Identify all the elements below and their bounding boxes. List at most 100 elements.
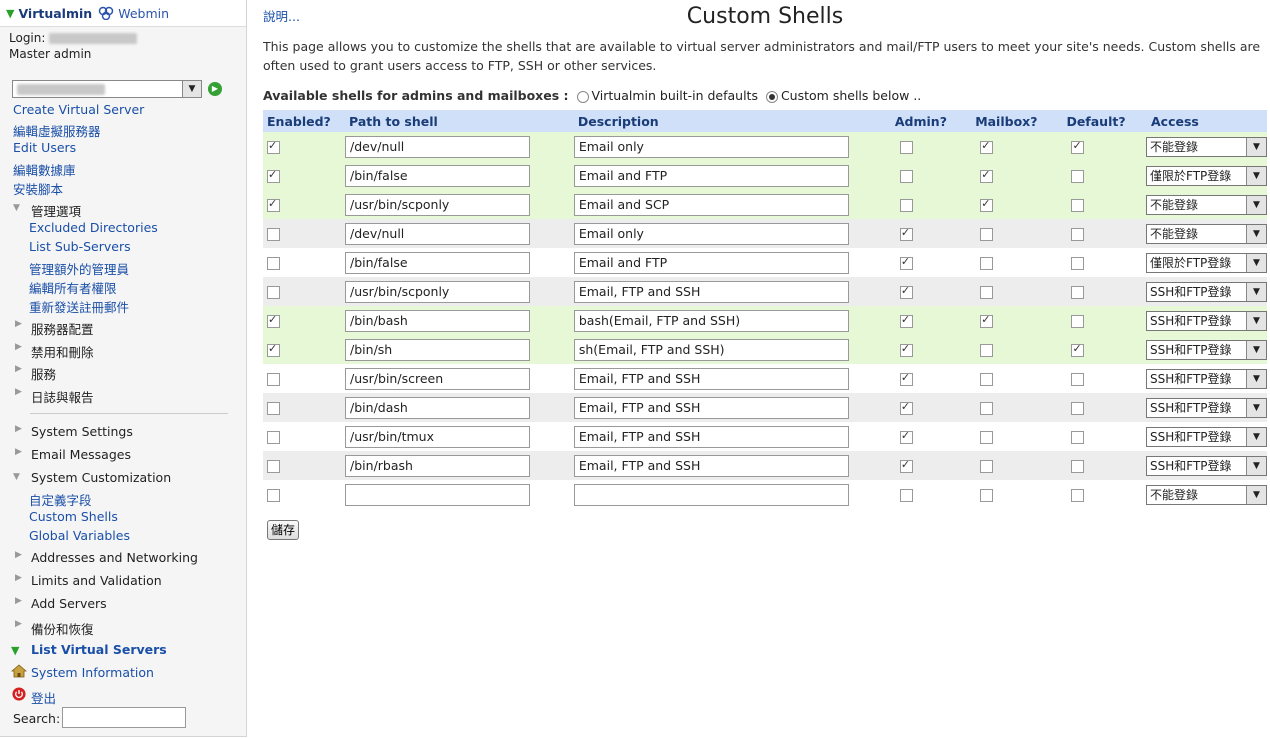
chevron-right-icon[interactable]: ▶ <box>15 387 22 397</box>
chevron-down-icon[interactable]: ▼ <box>1246 224 1266 243</box>
shell-description-field[interactable]: Email and FTP <box>573 164 849 187</box>
shell-description-field[interactable]: Email only <box>573 135 849 158</box>
default-checkbox[interactable] <box>1071 373 1085 386</box>
shell-path-field[interactable]: /dev/null <box>345 135 531 158</box>
enabled-checkbox[interactable] <box>267 402 280 415</box>
server-select[interactable]: ▼ <box>12 80 202 98</box>
nav-list-virtual-servers[interactable]: List Virtual Servers <box>31 642 167 657</box>
admin-checkbox[interactable] <box>899 400 913 415</box>
nav-edit-users[interactable]: Edit Users <box>13 140 76 155</box>
mailbox-checkbox[interactable] <box>980 286 994 299</box>
shell-path-field[interactable]: /bin/bash <box>345 309 531 332</box>
shell-description-field[interactable]: Email, FTP and SSH <box>573 454 849 477</box>
access-select[interactable]: SSH和FTP登錄 ▼ <box>1146 310 1267 331</box>
shell-description-field[interactable]: bash(Email, FTP and SSH) <box>573 309 849 332</box>
admin-checkbox[interactable] <box>899 371 913 386</box>
shell-description-field[interactable] <box>573 483 849 506</box>
shell-path-field[interactable]: /usr/bin/screen <box>345 367 531 390</box>
admin-checkbox[interactable] <box>899 199 913 212</box>
enabled-checkbox[interactable] <box>267 257 280 270</box>
nav-extra-admins[interactable]: 管理額外的管理員 <box>29 259 129 278</box>
admin-checkbox[interactable] <box>899 170 913 183</box>
nav-owner-limits[interactable]: 編輯所有者權限 <box>29 278 117 297</box>
chevron-down-icon[interactable]: ▼ <box>1246 369 1266 388</box>
nav-system-customization[interactable]: System Customization <box>31 470 171 485</box>
mailbox-checkbox[interactable] <box>980 168 994 183</box>
nav-edit-databases[interactable]: 編輯數據庫 <box>13 160 76 179</box>
default-checkbox[interactable] <box>1071 170 1085 183</box>
access-select[interactable]: SSH和FTP登錄 ▼ <box>1146 397 1267 418</box>
enabled-checkbox[interactable] <box>267 460 280 473</box>
nav-add-servers[interactable]: Add Servers <box>31 596 107 611</box>
admin-checkbox[interactable] <box>899 458 913 473</box>
shell-description-field[interactable]: Email, FTP and SSH <box>573 396 849 419</box>
nav-addresses-networking[interactable]: Addresses and Networking <box>31 550 198 565</box>
chevron-right-icon[interactable]: ▶ <box>15 596 22 606</box>
mailbox-checkbox[interactable] <box>980 373 994 386</box>
chevron-down-icon[interactable]: ▼ <box>13 203 20 213</box>
default-checkbox[interactable] <box>1071 431 1085 444</box>
nav-logs-reports[interactable]: 日誌與報告 <box>31 387 94 406</box>
admin-checkbox[interactable] <box>899 141 913 154</box>
admin-checkbox[interactable] <box>899 489 913 502</box>
help-link[interactable]: 說明... <box>263 6 300 25</box>
default-checkbox[interactable] <box>1071 228 1085 241</box>
default-checkbox[interactable] <box>1071 489 1085 502</box>
chevron-down-icon[interactable]: ▼ <box>1246 340 1266 359</box>
chevron-down-icon[interactable]: ▼ <box>13 472 20 482</box>
nav-disable-delete[interactable]: 禁用和刪除 <box>31 342 94 361</box>
access-select[interactable]: SSH和FTP登錄 ▼ <box>1146 426 1267 447</box>
access-select[interactable]: SSH和FTP登錄 ▼ <box>1146 368 1267 389</box>
shell-description-field[interactable]: Email and SCP <box>573 193 849 216</box>
admin-checkbox[interactable] <box>899 429 913 444</box>
access-select[interactable]: 不能登錄 ▼ <box>1146 136 1267 157</box>
nav-edit-virtual-server[interactable]: 編輯虛擬服務器 <box>13 121 101 140</box>
chevron-down-icon[interactable]: ▼ <box>1246 137 1266 156</box>
shell-path-field[interactable]: /dev/null <box>345 222 531 245</box>
nav-resend-signup-email[interactable]: 重新發送註冊郵件 <box>29 297 129 316</box>
mailbox-checkbox[interactable] <box>980 197 994 212</box>
nav-services[interactable]: 服務 <box>31 364 56 383</box>
nav-admin-options[interactable]: 管理選項 <box>31 201 81 220</box>
chevron-right-icon[interactable]: ▶ <box>15 447 22 457</box>
save-button[interactable]: 儲存 <box>267 520 300 540</box>
nav-system-information[interactable]: System Information <box>31 665 154 680</box>
chevron-right-icon[interactable]: ▶ <box>15 342 22 352</box>
chevron-right-icon[interactable]: ▶ <box>15 319 22 329</box>
shell-description-field[interactable]: Email, FTP and SSH <box>573 367 849 390</box>
mailbox-checkbox[interactable] <box>980 139 994 154</box>
virtualmin-tab[interactable]: Virtualmin <box>18 6 92 21</box>
shell-description-field[interactable]: Email and FTP <box>573 251 849 274</box>
access-select[interactable]: SSH和FTP登錄 ▼ <box>1146 339 1267 360</box>
shell-path-field[interactable]: /usr/bin/tmux <box>345 425 531 448</box>
mailbox-checkbox[interactable] <box>980 344 994 357</box>
admin-checkbox[interactable] <box>899 313 913 328</box>
chevron-down-icon[interactable]: ▼ <box>1246 253 1266 272</box>
custom-shells-radio[interactable] <box>765 90 778 103</box>
chevron-down-icon[interactable]: ▼ <box>1246 485 1266 504</box>
access-select[interactable]: 不能登錄 ▼ <box>1146 194 1267 215</box>
chevron-right-icon[interactable]: ▶ <box>15 364 22 374</box>
chevron-down-icon[interactable]: ▼ <box>1246 456 1266 475</box>
enabled-checkbox[interactable] <box>267 286 280 299</box>
chevron-down-icon[interactable]: ▼ <box>11 644 19 657</box>
access-select[interactable]: 僅限於FTP登錄 ▼ <box>1146 252 1267 273</box>
nav-install-scripts[interactable]: 安裝腳本 <box>13 179 63 198</box>
nav-excluded-directories[interactable]: Excluded Directories <box>29 220 158 235</box>
builtin-defaults-radio[interactable] <box>576 90 589 103</box>
shell-path-field[interactable]: /bin/sh <box>345 338 531 361</box>
access-select[interactable]: 不能登錄 ▼ <box>1146 223 1267 244</box>
webmin-tab[interactable]: Webmin <box>118 6 169 21</box>
access-select[interactable]: SSH和FTP登錄 ▼ <box>1146 455 1267 476</box>
nav-system-settings[interactable]: System Settings <box>31 424 133 439</box>
shell-description-field[interactable]: Email, FTP and SSH <box>573 425 849 448</box>
shell-description-field[interactable]: Email, FTP and SSH <box>573 280 849 303</box>
nav-limits-validation[interactable]: Limits and Validation <box>31 573 162 588</box>
chevron-down-icon[interactable]: ▼ <box>6 7 14 20</box>
nav-backup-restore[interactable]: 備份和恢復 <box>31 619 94 638</box>
access-select[interactable]: 僅限於FTP登錄 ▼ <box>1146 165 1267 186</box>
chevron-down-icon[interactable]: ▼ <box>1246 311 1266 330</box>
default-checkbox[interactable] <box>1071 257 1085 270</box>
default-checkbox[interactable] <box>1071 139 1085 154</box>
shell-path-field[interactable]: /bin/rbash <box>345 454 531 477</box>
